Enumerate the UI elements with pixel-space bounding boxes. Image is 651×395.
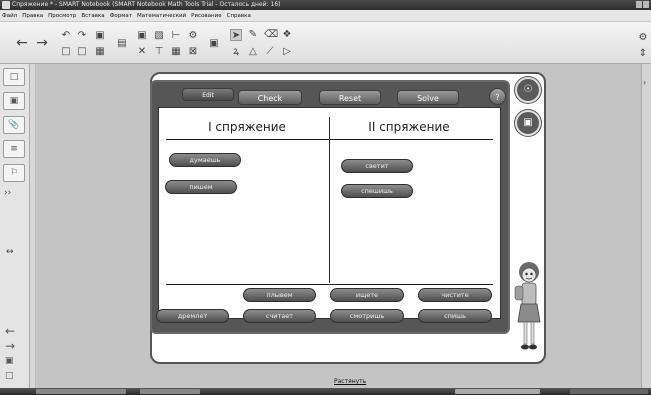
open-icon[interactable]: □ <box>60 46 72 58</box>
window-title: Спряжение * - SMART Notebook (SMART Note… <box>12 1 281 8</box>
delete-icon[interactable]: ✕ <box>136 46 148 58</box>
open-file-icon[interactable]: □ <box>76 46 88 58</box>
menu-file[interactable]: Файл <box>2 13 17 19</box>
right-scrollbar[interactable]: › <box>641 64 651 395</box>
side-panel-scrollbar[interactable] <box>30 64 36 395</box>
smart-notebook-window: Спряжение * - SMART Notebook (SMART Note… <box>0 0 651 395</box>
word-chip[interactable]: спишь <box>418 309 492 323</box>
save-icon[interactable]: ▦ <box>94 46 106 58</box>
check-button[interactable]: Check <box>238 90 302 105</box>
word-chip[interactable]: пишем <box>165 180 237 194</box>
menu-format[interactable]: Формат <box>110 13 132 19</box>
word-chip[interactable]: дремлет <box>156 309 229 323</box>
taskbar-item[interactable] <box>140 389 200 394</box>
word-chip[interactable]: ищете <box>330 288 404 302</box>
next-page-icon[interactable]: → <box>5 339 15 353</box>
undo-icon[interactable]: ↶ <box>60 30 72 42</box>
word-chip[interactable]: смотришь <box>330 309 404 323</box>
fill-icon[interactable]: ❖ <box>281 29 293 41</box>
taskbar-item[interactable] <box>455 389 540 394</box>
title-bar: Спряжение * - SMART Notebook (SMART Note… <box>0 0 651 10</box>
notes-round-icon[interactable]: ▣ <box>515 110 541 136</box>
monitor-icon[interactable]: ▤ <box>116 38 128 50</box>
table-icon[interactable]: ⊢ <box>170 30 182 42</box>
help-button[interactable]: ? <box>489 88 506 105</box>
pin-icon[interactable]: ⊤ <box>153 46 165 58</box>
screen-shade-icon[interactable]: ▧ <box>153 30 165 42</box>
addons-tab[interactable]: ⚐ <box>3 164 25 182</box>
grid-icon[interactable]: ▦ <box>170 46 182 58</box>
previous-page-icon[interactable]: ← <box>5 324 15 338</box>
close-button[interactable] <box>643 1 649 8</box>
solve-button[interactable]: Solve <box>397 90 459 105</box>
page-stretch-link[interactable]: Растянуть <box>334 378 366 385</box>
delete-page-icon[interactable]: □ <box>5 371 14 381</box>
side-panel: □ ▣ 📎 ≡ ⚐ ›› ↔ ← → ▣ □ <box>0 64 30 395</box>
select-icon[interactable]: ➤ <box>230 29 242 41</box>
menu-bar: Файл Правка Просмотр Вставка Формат Мате… <box>0 10 651 22</box>
column-header-second: II спряжение <box>368 120 450 134</box>
back-icon[interactable]: ← <box>14 35 30 51</box>
system-tray[interactable] <box>570 389 648 394</box>
window-controls <box>636 1 649 8</box>
word-chip[interactable]: считает <box>243 309 316 323</box>
resize-handle-icon[interactable]: ↔ <box>6 247 14 257</box>
word-chip[interactable]: светит <box>341 159 413 173</box>
shape-icon[interactable]: △ <box>247 46 259 58</box>
attachments-tab[interactable]: 📎 <box>3 116 25 134</box>
taskbar <box>0 388 651 395</box>
document-icon[interactable]: ▣ <box>94 30 106 42</box>
eraser-icon[interactable]: ⌫ <box>264 29 278 41</box>
redo-icon[interactable]: ↷ <box>76 30 88 42</box>
paste-icon[interactable]: ▣ <box>136 30 148 42</box>
line-icon[interactable]: ⟋ <box>264 46 276 58</box>
edit-button[interactable]: Edit <box>182 88 234 101</box>
toolbar-move-icon[interactable]: ⇕ <box>637 48 649 60</box>
properties-tab[interactable]: ≡ <box>3 140 25 158</box>
menu-math[interactable]: Математический <box>137 13 186 19</box>
pool-divider <box>166 284 493 285</box>
menu-insert[interactable]: Вставка <box>81 13 104 19</box>
settings-icon[interactable]: ⚙ <box>637 32 649 44</box>
app-icon <box>2 1 10 9</box>
column-header-first: I спряжение <box>208 120 286 134</box>
gallery-tab[interactable]: ▣ <box>3 92 25 110</box>
word-chip[interactable]: чистите <box>418 288 492 302</box>
info-round-icon[interactable]: ☉ <box>515 77 541 103</box>
expand-panel-icon[interactable]: ›› <box>4 188 11 198</box>
text-icon[interactable]: ꝝ <box>230 46 242 58</box>
menu-edit[interactable]: Правка <box>22 13 43 19</box>
magic-pen-icon[interactable]: ▷ <box>281 46 293 58</box>
frame-icon[interactable]: ⊠ <box>187 46 199 58</box>
reset-button[interactable]: Reset <box>319 90 381 105</box>
menu-draw[interactable]: Рисование <box>191 13 221 19</box>
add-page-icon[interactable]: ▣ <box>5 356 14 366</box>
pen-icon[interactable]: ✎ <box>247 29 259 41</box>
girl-character-icon <box>514 262 541 350</box>
toolbar: ← → ↶ ↷ ▣ □ □ ▦ ▤ ▣ ▧ ⊢ ⚙ ✕ ⊤ ▦ ⊠ ▣ ➤ ✎ … <box>0 22 651 64</box>
collapse-icon[interactable]: › <box>643 78 646 87</box>
minimize-button[interactable] <box>636 1 642 8</box>
properties-icon[interactable]: ▣ <box>208 38 220 50</box>
page-sorter-tab[interactable]: □ <box>3 68 25 86</box>
forward-icon[interactable]: → <box>34 35 50 51</box>
capture-icon[interactable]: ⚙ <box>187 30 199 42</box>
menu-help[interactable]: Справка <box>227 13 251 19</box>
taskbar-item[interactable] <box>36 389 126 394</box>
word-chip[interactable]: спешишь <box>341 184 413 198</box>
column-divider <box>329 117 330 283</box>
word-chip[interactable]: думаешь <box>169 153 241 167</box>
word-chip[interactable]: плывем <box>243 288 316 302</box>
menu-view[interactable]: Просмотр <box>48 13 76 19</box>
